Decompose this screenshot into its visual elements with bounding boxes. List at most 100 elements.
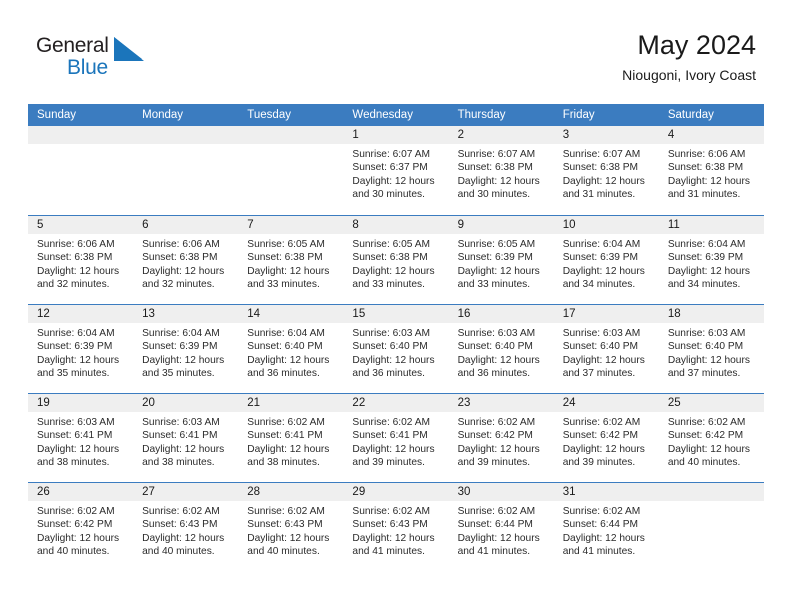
day-info-line: Daylight: 12 hours xyxy=(457,265,540,277)
day-sun-info: Sunrise: 6:02 AM Sunset: 6:41 PM Daylight:… xyxy=(238,412,343,470)
day-number: 19 xyxy=(37,397,50,409)
day-info-line: and 33 minutes. xyxy=(352,279,425,291)
day-info-line: Daylight: 12 hours xyxy=(562,443,645,455)
day-cell-13[interactable]: 13 Sunrise: 6:04 AM Sunset: 6:39 PM Dayligh… xyxy=(133,305,239,393)
day-info-line: and 30 minutes. xyxy=(457,189,531,201)
day-number-strip xyxy=(238,126,344,144)
day-cell-8[interactable]: 8 Sunrise: 6:05 AM Sunset: 6:38 PM Daylight… xyxy=(343,216,449,304)
day-info-line: Sunset: 6:37 PM xyxy=(352,162,428,174)
day-cell-7[interactable]: 7 Sunrise: 6:05 AM Sunset: 6:38 PM Daylight… xyxy=(238,216,344,304)
triangle-logo-icon xyxy=(114,37,146,61)
calendar-week-row: 19 Sunrise: 6:03 AM Sunset: 6:41 PM Dayligh… xyxy=(28,393,764,482)
day-cell-10[interactable]: 10 Sunrise: 6:04 AM Sunset: 6:39 PM Dayligh… xyxy=(553,216,659,304)
day-number: 11 xyxy=(667,219,680,231)
page-title: May 2024 xyxy=(637,30,756,60)
day-cell-17[interactable]: 17 Sunrise: 6:03 AM Sunset: 6:40 PM Dayligh… xyxy=(553,305,659,393)
calendar-page: General Blue May 2024 Niougoni, Ivory Co… xyxy=(0,0,792,612)
day-cell-23[interactable]: 23 Sunrise: 6:02 AM Sunset: 6:42 PM Dayligh… xyxy=(448,394,554,482)
day-info-line: Sunset: 6:39 PM xyxy=(142,341,218,353)
day-cell-1[interactable]: 1 Sunrise: 6:07 AM Sunset: 6:37 PM Daylight… xyxy=(343,126,449,215)
day-info-line: Sunrise: 6:02 AM xyxy=(667,417,746,428)
day-info-line: Daylight: 12 hours xyxy=(457,354,540,366)
day-info-line: Sunrise: 6:02 AM xyxy=(457,506,536,517)
day-number: 1 xyxy=(352,129,359,141)
day-info-line: Daylight: 12 hours xyxy=(37,532,120,544)
day-info-line: Sunrise: 6:03 AM xyxy=(142,417,220,428)
day-cell-19[interactable]: 19 Sunrise: 6:03 AM Sunset: 6:41 PM Dayligh… xyxy=(28,394,134,482)
day-number-strip: 16 xyxy=(448,305,554,323)
day-cell-27[interactable]: 27 Sunrise: 6:02 AM Sunset: 6:43 PM Dayligh… xyxy=(133,483,239,571)
day-info-line: and 31 minutes. xyxy=(562,189,636,201)
calendar-week-row: 1 Sunrise: 6:07 AM Sunset: 6:37 PM Daylight… xyxy=(28,126,764,215)
day-cell-28[interactable]: 28 Sunrise: 6:02 AM Sunset: 6:43 PM Dayligh… xyxy=(238,483,344,571)
day-sun-info: Sunrise: 6:05 AM Sunset: 6:38 PM Daylight:… xyxy=(343,234,448,292)
day-sun-info: Sunrise: 6:04 AM Sunset: 6:39 PM Daylight:… xyxy=(659,234,764,292)
day-cell-6[interactable]: 6 Sunrise: 6:06 AM Sunset: 6:38 PM Daylight… xyxy=(133,216,239,304)
day-sun-info: Sunrise: 6:02 AM Sunset: 6:43 PM Daylight:… xyxy=(238,501,343,559)
day-cell-empty xyxy=(238,126,344,215)
day-info-line: Sunset: 6:42 PM xyxy=(667,430,744,442)
day-cell-3[interactable]: 3 Sunrise: 6:07 AM Sunset: 6:38 PM Daylight… xyxy=(553,126,659,215)
day-info-line: Daylight: 12 hours xyxy=(457,443,540,455)
day-info-line: Sunrise: 6:05 AM xyxy=(352,239,431,250)
day-cell-empty xyxy=(28,126,134,215)
day-info-line: Sunset: 6:42 PM xyxy=(457,430,533,442)
day-number-strip: 13 xyxy=(133,305,239,323)
day-cell-21[interactable]: 21 Sunrise: 6:02 AM Sunset: 6:41 PM Dayligh… xyxy=(238,394,344,482)
weekday-header-row: Sunday Monday Tuesday Wednesday Thursday Frid… xyxy=(28,104,764,126)
day-info-line: Sunrise: 6:04 AM xyxy=(247,328,325,339)
day-cell-4[interactable]: 4 Sunrise: 6:06 AM Sunset: 6:38 PM Daylight… xyxy=(658,126,764,215)
day-info-line: and 41 minutes. xyxy=(457,546,531,558)
day-number: 3 xyxy=(562,129,570,141)
day-cell-20[interactable]: 20 Sunrise: 6:03 AM Sunset: 6:41 PM Dayligh… xyxy=(133,394,239,482)
day-info-line: Sunset: 6:44 PM xyxy=(562,519,639,531)
day-number-strip: 11 xyxy=(658,216,764,234)
day-cell-18[interactable]: 18 Sunrise: 6:03 AM Sunset: 6:40 PM Dayligh… xyxy=(658,305,764,393)
day-cell-2[interactable]: 2 Sunrise: 6:07 AM Sunset: 6:38 PM Daylight… xyxy=(448,126,554,215)
day-number: 28 xyxy=(247,486,261,498)
day-info-line: and 40 minutes. xyxy=(37,546,110,558)
day-info-line: and 41 minutes. xyxy=(562,546,636,558)
day-info-line: and 37 minutes. xyxy=(562,368,636,380)
day-cell-24[interactable]: 24 Sunrise: 6:02 AM Sunset: 6:42 PM Dayligh… xyxy=(553,394,659,482)
page-header: General Blue May 2024 Niougoni, Ivory Co… xyxy=(28,28,764,98)
day-number-strip: 8 xyxy=(343,216,449,234)
day-cell-29[interactable]: 29 Sunrise: 6:02 AM Sunset: 6:43 PM Dayligh… xyxy=(343,483,449,571)
day-cell-16[interactable]: 16 Sunrise: 6:03 AM Sunset: 6:40 PM Dayligh… xyxy=(448,305,554,393)
day-cell-9[interactable]: 9 Sunrise: 6:05 AM Sunset: 6:39 PM Daylight… xyxy=(448,216,554,304)
day-sun-info: Sunrise: 6:04 AM Sunset: 6:39 PM Daylight:… xyxy=(28,323,133,381)
day-info-line: and 31 minutes. xyxy=(667,189,741,201)
day-info-line: Sunrise: 6:07 AM xyxy=(352,149,431,160)
day-cell-12[interactable]: 12 Sunrise: 6:04 AM Sunset: 6:39 PM Dayligh… xyxy=(28,305,134,393)
day-info-line: Sunrise: 6:04 AM xyxy=(142,328,220,339)
day-info-line: Sunset: 6:42 PM xyxy=(37,519,113,531)
day-number-strip: 4 xyxy=(658,126,764,144)
day-info-line: Daylight: 12 hours xyxy=(142,532,225,544)
day-sun-info: Sunrise: 6:05 AM Sunset: 6:38 PM Daylight:… xyxy=(238,234,343,292)
day-cell-11[interactable]: 11 Sunrise: 6:04 AM Sunset: 6:39 PM Dayligh… xyxy=(658,216,764,304)
day-cell-14[interactable]: 14 Sunrise: 6:04 AM Sunset: 6:40 PM Dayligh… xyxy=(238,305,344,393)
day-info-line: Daylight: 12 hours xyxy=(667,175,750,187)
day-info-line: and 36 minutes. xyxy=(457,368,531,380)
day-cell-30[interactable]: 30 Sunrise: 6:02 AM Sunset: 6:44 PM Dayligh… xyxy=(448,483,554,571)
weekday-header-tuesday: Tuesday xyxy=(247,109,291,121)
day-cell-15[interactable]: 15 Sunrise: 6:03 AM Sunset: 6:40 PM Dayligh… xyxy=(343,305,449,393)
day-number-strip: 31 xyxy=(553,483,659,501)
day-info-line: and 33 minutes. xyxy=(247,279,320,291)
day-info-line: Sunset: 6:41 PM xyxy=(37,430,113,442)
day-number-strip: 21 xyxy=(238,394,344,412)
day-info-line: Sunset: 6:43 PM xyxy=(352,519,428,531)
day-cell-5[interactable]: 5 Sunrise: 6:06 AM Sunset: 6:38 PM Daylight… xyxy=(28,216,134,304)
day-info-line: Sunset: 6:44 PM xyxy=(457,519,533,531)
day-cell-25[interactable]: 25 Sunrise: 6:02 AM Sunset: 6:42 PM Dayligh… xyxy=(658,394,764,482)
day-info-line: Sunrise: 6:04 AM xyxy=(667,239,746,250)
day-cell-31[interactable]: 31 Sunrise: 6:02 AM Sunset: 6:44 PM Dayligh… xyxy=(553,483,659,571)
day-cell-26[interactable]: 26 Sunrise: 6:02 AM Sunset: 6:42 PM Dayligh… xyxy=(28,483,134,571)
day-info-line: Sunrise: 6:02 AM xyxy=(37,506,115,517)
day-info-line: Daylight: 12 hours xyxy=(457,532,540,544)
day-sun-info: Sunrise: 6:02 AM Sunset: 6:43 PM Daylight:… xyxy=(133,501,238,559)
day-info-line: Sunrise: 6:05 AM xyxy=(457,239,536,250)
brand-logo[interactable]: General Blue xyxy=(36,34,156,90)
day-number: 24 xyxy=(562,397,576,409)
day-cell-22[interactable]: 22 Sunrise: 6:02 AM Sunset: 6:41 PM Dayligh… xyxy=(343,394,449,482)
